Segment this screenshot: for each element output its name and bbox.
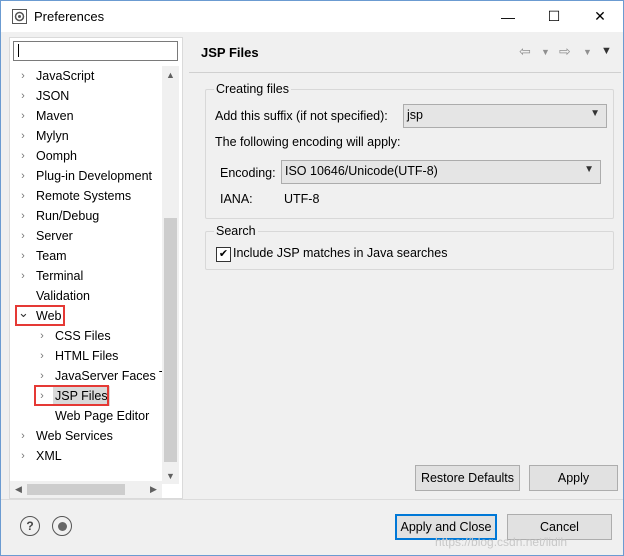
preference-tree: › JavaScript › JSON › Maven › Mylyn › Oomph ›… — [10, 66, 162, 484]
scroll-down-icon[interactable]: ▼ — [162, 467, 179, 484]
expand-arrow-icon[interactable]: › — [18, 186, 28, 206]
title-bar: Preferences — ☐ ✕ — [1, 1, 623, 32]
search-group: Search ✔ Include JSP matches in Java sea… — [205, 224, 614, 270]
encoding-label: Encoding: — [220, 166, 276, 180]
button-label: Apply — [557, 471, 590, 485]
highlight-box-jsp-files — [34, 385, 109, 406]
chevron-down-icon: ▼ — [590, 108, 600, 119]
scroll-thumb[interactable] — [27, 484, 125, 495]
expand-arrow-icon[interactable]: › — [18, 226, 28, 246]
close-button[interactable]: ✕ — [577, 1, 623, 32]
expand-arrow-icon[interactable]: › — [18, 246, 28, 266]
forward-arrow-icon[interactable]: ⇨ — [559, 43, 571, 60]
expand-arrow-icon[interactable]: › — [18, 446, 28, 466]
record-icon[interactable] — [52, 516, 72, 536]
forward-menu-chevron-icon[interactable]: ▼ — [583, 47, 592, 57]
include-jsp-label: Include JSP matches in Java searches — [233, 246, 448, 260]
watermark-text: https://blog.csdn.net/lidih — [435, 535, 568, 549]
tree-item-label: Terminal — [36, 269, 84, 283]
restore-defaults-button[interactable]: Restore Defaults — [415, 465, 520, 491]
tree-item-label: Team — [36, 249, 67, 263]
page-title: JSP Files — [201, 45, 259, 60]
group-legend: Creating files — [214, 82, 291, 96]
back-menu-chevron-icon[interactable]: ▼ — [541, 47, 550, 57]
expand-arrow-icon[interactable]: › — [18, 106, 28, 126]
minimize-icon: — — [501, 8, 515, 25]
highlight-box-web — [15, 305, 65, 326]
checkmark-icon: ✔ — [218, 248, 229, 260]
close-icon: ✕ — [594, 8, 606, 24]
tree-item-label: Web Page Editor — [55, 409, 150, 423]
suffix-combo[interactable]: jsp ▼ — [403, 104, 607, 128]
button-label: Apply and Close — [400, 520, 492, 534]
tree-vertical-scrollbar[interactable]: ▲ ▼ — [162, 66, 179, 484]
tree-item-label: Validation — [36, 289, 90, 303]
expand-arrow-icon[interactable]: › — [18, 126, 28, 146]
footer-separator — [1, 499, 623, 500]
tree-item-label: Run/Debug — [36, 209, 100, 223]
scroll-right-icon[interactable]: ▶ — [145, 481, 162, 498]
view-menu-icon[interactable]: ▼ — [601, 45, 612, 57]
scroll-left-icon[interactable]: ◀ — [10, 481, 27, 498]
encoding-combo[interactable]: ISO 10646/Unicode(UTF-8) ▼ — [281, 160, 601, 184]
expand-arrow-icon[interactable]: › — [37, 346, 47, 366]
tree-item-label: HTML Files — [55, 349, 119, 363]
tree-item-label: JSON — [36, 89, 70, 103]
encoding-value: ISO 10646/Unicode(UTF-8) — [285, 164, 438, 178]
title-separator — [189, 72, 621, 73]
expand-arrow-icon[interactable]: › — [18, 66, 28, 86]
expand-arrow-icon[interactable]: › — [37, 366, 47, 386]
scroll-up-icon[interactable]: ▲ — [162, 66, 179, 83]
expand-arrow-icon[interactable]: › — [37, 326, 47, 346]
preferences-window: Preferences — ☐ ✕ › JavaScript › JSON › Mav… — [0, 0, 624, 556]
scroll-thumb[interactable] — [164, 218, 177, 462]
expand-arrow-icon[interactable]: › — [18, 426, 28, 446]
tree-item-label: Server — [36, 229, 73, 243]
tree-item-label: JavaScript — [36, 69, 95, 83]
button-label: Restore Defaults — [420, 471, 515, 485]
preference-tree-panel: › JavaScript › JSON › Maven › Mylyn › Oomph ›… — [9, 37, 183, 499]
tree-item-label: Oomph — [36, 149, 77, 163]
expand-arrow-icon[interactable]: › — [18, 266, 28, 286]
expand-arrow-icon[interactable]: › — [18, 86, 28, 106]
preference-page: JSP Files ⇦ ▼ ⇨ ▼ ▼ Creating files Add t… — [189, 37, 621, 497]
back-arrow-icon[interactable]: ⇦ — [519, 43, 531, 60]
eclipse-app-icon — [12, 9, 27, 24]
filter-input[interactable] — [13, 41, 178, 61]
iana-value: UTF-8 — [284, 192, 320, 206]
suffix-value: jsp — [407, 108, 423, 122]
expand-arrow-icon[interactable]: › — [18, 146, 28, 166]
tree-item-label: CSS Files — [55, 329, 111, 343]
tree-horizontal-scrollbar[interactable]: ◀ ▶ — [10, 481, 162, 498]
tree-item-label: Plug-in Development — [36, 169, 153, 183]
suffix-label: Add this suffix (if not specified): — [215, 109, 388, 123]
tree-item-label: Remote Systems — [36, 189, 132, 203]
apply-button[interactable]: Apply — [529, 465, 618, 491]
minimize-button[interactable]: — — [485, 1, 531, 32]
group-legend: Search — [214, 224, 258, 238]
tree-item-label: XML — [36, 449, 62, 463]
encoding-note: The following encoding will apply: — [215, 135, 401, 149]
no-expander — [37, 406, 47, 426]
tree-item-label: JavaServer Faces T — [55, 369, 162, 383]
help-icon[interactable]: ? — [20, 516, 40, 536]
tree-item-label: Maven — [36, 109, 74, 123]
help-glyph: ? — [26, 519, 34, 533]
tree-item-label: Web Services — [36, 429, 113, 443]
window-title: Preferences — [34, 9, 105, 24]
expand-arrow-icon[interactable]: › — [18, 206, 28, 226]
text-caret — [18, 44, 19, 57]
maximize-button[interactable]: ☐ — [531, 1, 577, 32]
record-dot — [57, 521, 67, 531]
creating-files-group: Creating files Add this suffix (if not s… — [205, 82, 614, 219]
tree-item-label: Mylyn — [36, 129, 69, 143]
include-jsp-checkbox[interactable]: ✔ — [216, 247, 231, 262]
chevron-down-icon: ▼ — [584, 164, 594, 175]
expand-arrow-icon[interactable]: › — [18, 166, 28, 186]
iana-label: IANA: — [220, 192, 253, 206]
maximize-icon: ☐ — [547, 8, 561, 24]
button-label: Cancel — [540, 520, 579, 534]
